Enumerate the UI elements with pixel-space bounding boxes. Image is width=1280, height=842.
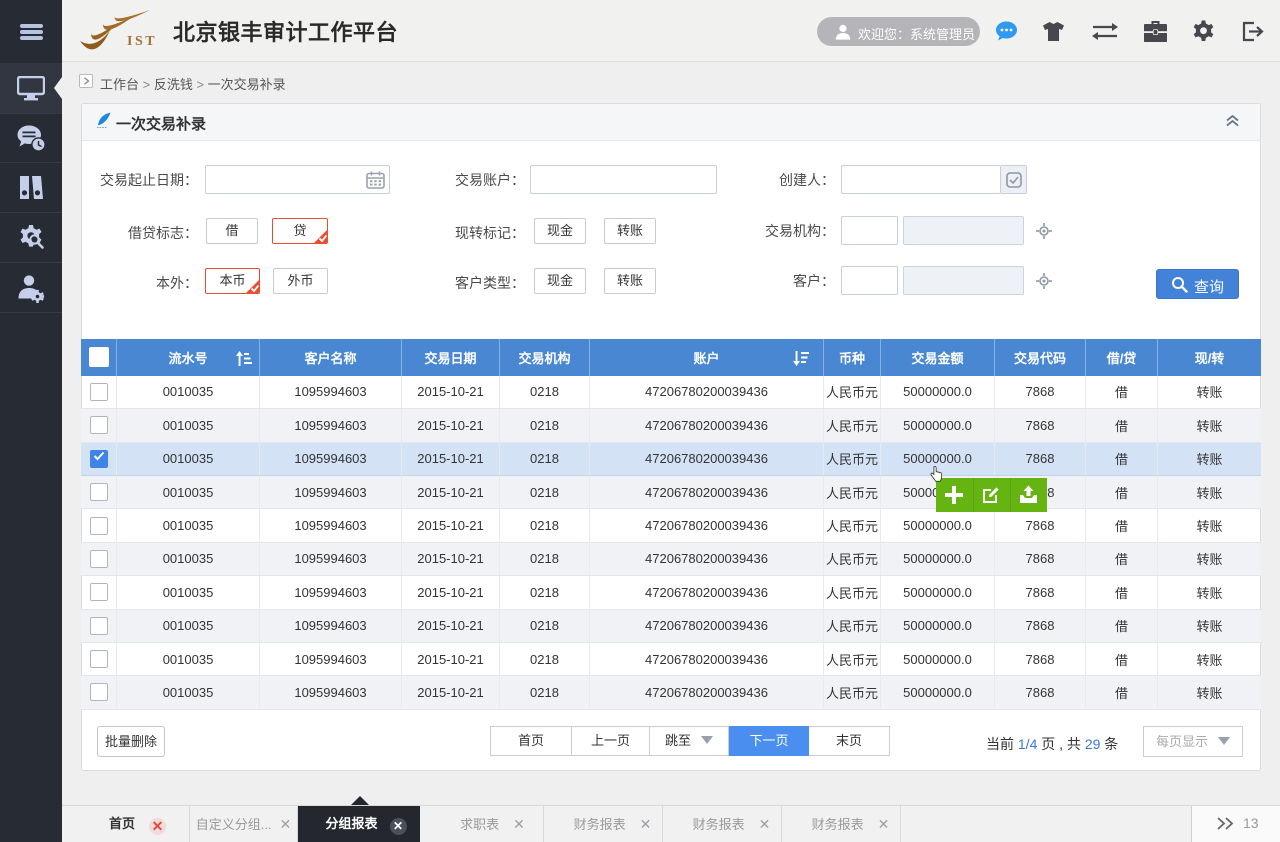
svg-text:IST: IST xyxy=(127,34,157,49)
